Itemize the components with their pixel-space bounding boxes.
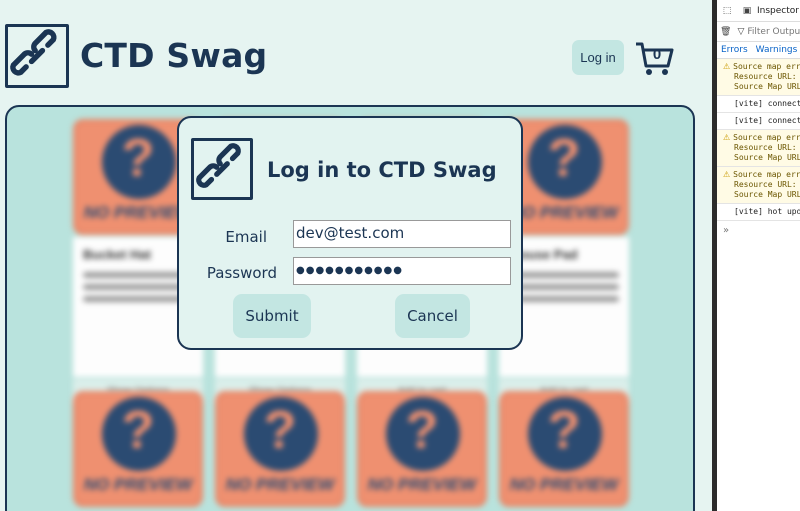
devtools-toolbar: ⬚ ▣ Inspector (717, 0, 800, 22)
console-messages: Source map error Resource URL: Source Ma… (717, 59, 800, 221)
no-preview-image: ?NO PREVIEW (73, 391, 203, 507)
console-filter-bar: 🗑 ▽ Filter Output (717, 22, 800, 42)
email-field[interactable]: dev@test.com (293, 220, 511, 248)
console-input[interactable]: » (717, 221, 800, 240)
product-card: ? NO PREVIEW (73, 391, 203, 507)
console-warning[interactable]: Source map error Resource URL: Source Ma… (717, 130, 800, 167)
chain-link-logo-icon[interactable] (5, 24, 69, 88)
submit-button[interactable]: Submit (233, 294, 311, 338)
product-card: ? NO PREVIEW (215, 391, 345, 507)
no-preview-image: ?NO PREVIEW (357, 391, 487, 507)
filter-icon: ▽ (737, 26, 745, 37)
inspector-icon[interactable]: ▣ (740, 6, 754, 16)
tab-errors[interactable]: Errors (717, 45, 752, 55)
product-card: ? NO PREVIEW (357, 391, 487, 507)
product-card: ? NO PREVIEW (499, 391, 629, 507)
console-level-tabs: Errors Warnings (717, 42, 800, 59)
console-log[interactable]: [vite] connected. (717, 113, 800, 130)
password-label: Password (206, 264, 277, 282)
chain-link-logo-icon (191, 138, 253, 200)
console-warning[interactable]: Source map error Resource URL: Source Ma… (717, 167, 800, 204)
login-button[interactable]: Log in (572, 40, 624, 75)
dialog-title: Log in to CTD Swag (267, 158, 497, 182)
header: CTD Swag Log in 0 (0, 0, 712, 100)
console-log[interactable]: [vite] hot updated (717, 204, 800, 221)
tab-warnings[interactable]: Warnings (752, 45, 800, 55)
element-picker-icon[interactable]: ⬚ (720, 6, 734, 16)
brand-title[interactable]: CTD Swag (80, 36, 267, 75)
cart-button[interactable]: 0 (634, 40, 676, 76)
login-dialog: Log in to CTD Swag Email dev@test.com Pa… (177, 116, 523, 350)
devtools-panel: ⬚ ▣ Inspector 🗑 ▽ Filter Output Errors W… (712, 0, 800, 511)
app-window: CTD Swag Log in 0 ? NO PREVIEW Bucket Hat… (0, 0, 712, 511)
console-warning[interactable]: Source map error Resource URL: Source Ma… (717, 59, 800, 96)
email-label: Email (225, 228, 267, 246)
product-title: Mouse Pad (509, 247, 578, 262)
tab-inspector[interactable]: Inspector (757, 6, 799, 16)
no-preview-image: ?NO PREVIEW (499, 391, 629, 507)
no-preview-image: ?NO PREVIEW (215, 391, 345, 507)
password-field[interactable]: ●●●●●●●●●●● (293, 257, 511, 285)
cart-count: 0 (652, 46, 662, 63)
cancel-button[interactable]: Cancel (395, 294, 470, 338)
filter-input[interactable]: Filter Output (747, 27, 800, 37)
console-log[interactable]: [vite] connecting... (717, 96, 800, 113)
trash-icon[interactable]: 🗑 (720, 27, 731, 37)
